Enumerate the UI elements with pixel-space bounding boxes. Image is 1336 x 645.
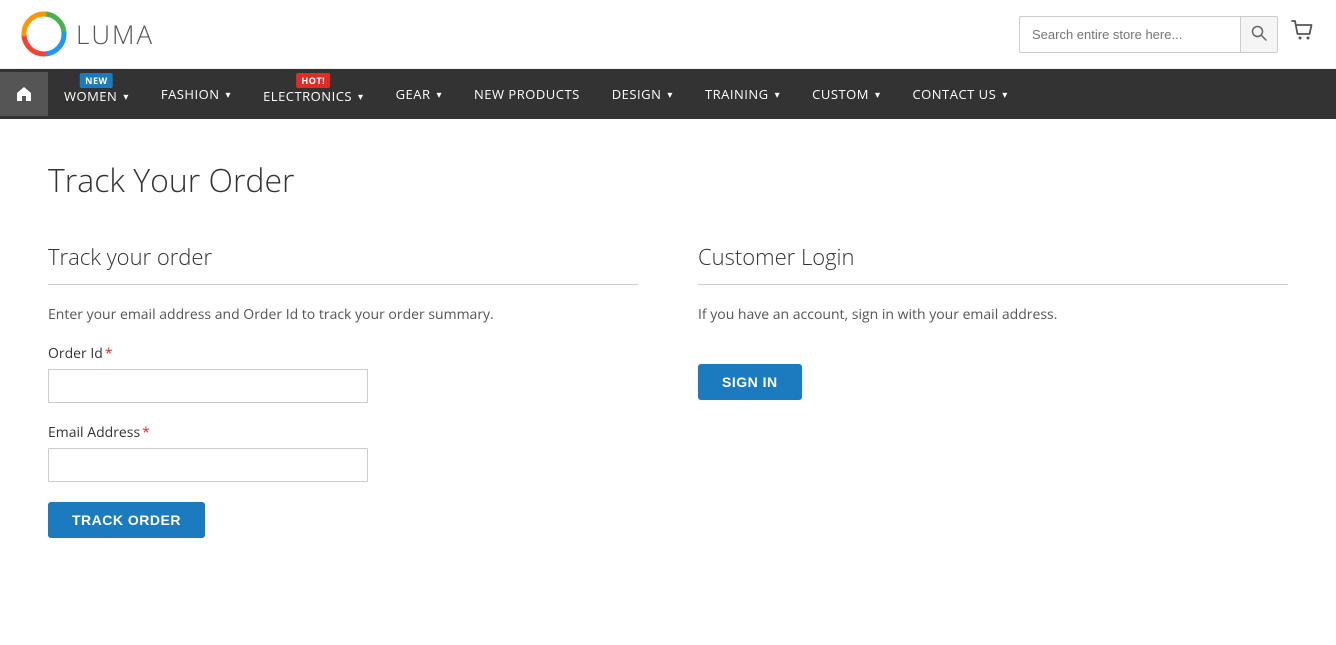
two-column-layout: Track your order Enter your email addres… — [48, 242, 1288, 538]
search-cart-area — [1019, 16, 1316, 53]
required-star-email: * — [142, 423, 150, 442]
nav-item-fashion[interactable]: FASHION ▾ — [145, 71, 247, 117]
nav-label-training: TRAINING — [705, 85, 769, 103]
main-nav: New WOMEN ▾ FASHION ▾ Hot! ELECTRONICS ▾… — [0, 69, 1336, 119]
badge-new: New — [80, 73, 113, 88]
logo-text: LUMA — [76, 16, 154, 52]
email-address-label: Email Address* — [48, 423, 638, 442]
page-title: Track Your Order — [48, 159, 1288, 202]
nav-item-new-products[interactable]: NEW PRODUCTS — [458, 71, 596, 117]
nav-label-custom: CUSTOM — [812, 85, 869, 103]
nav-item-women[interactable]: New WOMEN ▾ — [48, 69, 145, 119]
nav-home-button[interactable] — [0, 72, 48, 116]
nav-label-contact-us: CONTACT US — [912, 85, 996, 103]
luma-logo-icon — [20, 10, 68, 58]
header: LUMA — [0, 0, 1336, 69]
order-id-label: Order Id* — [48, 344, 638, 363]
chevron-down-icon: ▾ — [875, 87, 881, 101]
search-box — [1019, 16, 1278, 53]
chevron-down-icon: ▾ — [667, 87, 673, 101]
badge-hot: Hot! — [296, 73, 330, 88]
email-address-field: Email Address* — [48, 423, 638, 482]
search-input[interactable] — [1020, 19, 1240, 50]
nav-label-women: WOMEN — [64, 87, 117, 105]
customer-login-section: Customer Login If you have an account, s… — [698, 242, 1288, 538]
nav-label-new-products: NEW PRODUCTS — [474, 85, 580, 103]
chevron-down-icon: ▾ — [123, 89, 129, 103]
chevron-down-icon: ▾ — [436, 87, 442, 101]
search-button[interactable] — [1240, 17, 1277, 52]
chevron-down-icon: ▾ — [775, 87, 781, 101]
nav-label-gear: GEAR — [396, 85, 431, 103]
customer-login-section-title: Customer Login — [698, 242, 1288, 285]
required-star: * — [105, 344, 113, 363]
nav-label-fashion: FASHION — [161, 85, 220, 103]
track-order-button[interactable]: Track Order — [48, 502, 205, 538]
track-order-description: Enter your email address and Order Id to… — [48, 305, 638, 324]
chevron-down-icon: ▾ — [1002, 87, 1008, 101]
nav-label-electronics: ELECTRONICS — [263, 87, 352, 105]
home-icon — [16, 86, 32, 102]
nav-item-contact-us[interactable]: CONTACT US ▾ — [896, 71, 1023, 117]
chevron-down-icon: ▾ — [358, 89, 364, 103]
nav-item-training[interactable]: TRAINING ▾ — [689, 71, 796, 117]
track-order-section: Track your order Enter your email addres… — [48, 242, 638, 538]
cart-button[interactable] — [1290, 18, 1316, 51]
customer-login-description: If you have an account, sign in with you… — [698, 305, 1288, 324]
track-order-section-title: Track your order — [48, 242, 638, 285]
nav-item-design[interactable]: DESIGN ▾ — [596, 71, 689, 117]
search-icon — [1251, 25, 1267, 41]
nav-item-custom[interactable]: CUSTOM ▾ — [796, 71, 896, 117]
main-content: Track Your Order Track your order Enter … — [28, 119, 1308, 578]
nav-item-electronics[interactable]: Hot! ELECTRONICS ▾ — [247, 69, 379, 119]
order-id-field: Order Id* — [48, 344, 638, 403]
nav-label-design: DESIGN — [612, 85, 662, 103]
sign-in-button[interactable]: Sign In — [698, 364, 802, 400]
chevron-down-icon: ▾ — [226, 87, 232, 101]
cart-icon — [1290, 18, 1316, 44]
logo-area: LUMA — [20, 10, 154, 58]
order-id-input[interactable] — [48, 369, 368, 403]
nav-item-gear[interactable]: GEAR ▾ — [380, 71, 458, 117]
email-input[interactable] — [48, 448, 368, 482]
